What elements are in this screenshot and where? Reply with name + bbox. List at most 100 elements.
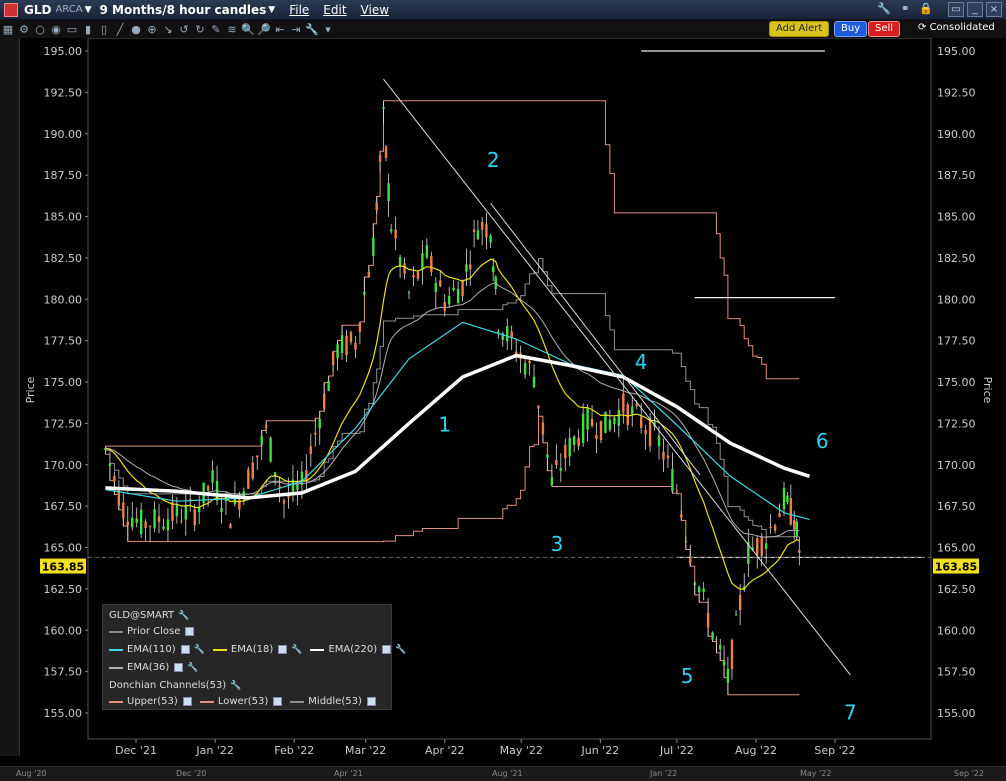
legend-wrench-icon[interactable]: 🔧 — [178, 611, 189, 621]
indicator-icon[interactable]: ● — [128, 23, 144, 36]
ema220-checkbox[interactable] — [382, 645, 392, 654]
text-icon[interactable]: ✎ — [208, 23, 224, 36]
menu-edit[interactable]: Edit — [323, 3, 346, 17]
candle-body — [430, 255, 433, 273]
candle-body — [706, 613, 710, 628]
scroll-left-icon[interactable]: ⇤ — [272, 23, 288, 36]
candle-type-icon[interactable]: ▯ — [96, 23, 112, 36]
close-icon[interactable]: × — [986, 2, 1002, 17]
candle-body — [782, 487, 786, 510]
ema110-checkbox[interactable] — [180, 645, 190, 654]
candle-body — [148, 526, 152, 528]
history-navigator[interactable]: Aug '20 Dec '20 Apr '21 Aug '21 Jan '22 … — [0, 766, 1006, 781]
consolidated-label: Consolidated — [929, 22, 995, 33]
y-tick-label: 192.50 — [937, 86, 976, 99]
symbol-dropdown-icon[interactable]: ▼ — [85, 5, 92, 15]
ema36-label: EMA(36) — [127, 662, 170, 673]
y-tick-label: 182.50 — [937, 252, 976, 265]
middle-checkbox[interactable] — [366, 697, 376, 706]
candle-body — [407, 292, 411, 294]
redo-icon[interactable]: ↻ — [192, 23, 208, 36]
minimize-icon[interactable]: _ — [967, 2, 983, 17]
candle-body — [412, 275, 415, 278]
sell-button[interactable]: Sell — [868, 21, 901, 37]
y-tick-label: 155.00 — [44, 707, 83, 720]
window-titlebar: GLD ARCA ▼ 9 Months/8 hour candles ▼ Fil… — [0, 0, 1006, 20]
y-tick-label: 175.00 — [44, 376, 83, 389]
restore-icon[interactable]: ▭ — [948, 2, 964, 17]
zoom-out-icon[interactable]: 🔎 — [256, 23, 272, 36]
candle-body — [666, 455, 670, 459]
chart-toolbar: ▦ ⚙ ○ ◉ ▭ ▮ ▯ ╱ ● ⊕ ↘ ↺ ↻ ✎ ≋ 🔍 🔎 ⇤ ⇥ 🔧 … — [0, 20, 1006, 38]
ema18-checkbox[interactable] — [278, 645, 288, 654]
y-tick-label: 177.50 — [44, 335, 83, 348]
candle-body — [439, 280, 442, 287]
symbol-label[interactable]: GLD — [24, 3, 51, 17]
settings-icon[interactable]: ⚙ — [16, 23, 32, 36]
candle-body — [153, 509, 156, 529]
toolbar-dropdown-icon[interactable]: ▾ — [320, 23, 336, 36]
wave-label-3: 3 — [551, 532, 564, 556]
exchange-label: ARCA — [55, 4, 83, 15]
donchian-wrench-icon[interactable]: 🔧 — [230, 681, 241, 691]
candle-body — [184, 504, 188, 520]
y-tick-label: 172.50 — [937, 417, 976, 430]
x-tick-label: Mar '22 — [345, 744, 386, 757]
candle-body — [113, 476, 116, 482]
wave-label-5: 5 — [681, 664, 694, 688]
candle-body — [327, 381, 330, 391]
buy-button[interactable]: Buy — [834, 21, 868, 37]
donchian-label: Donchian Channels(53) — [109, 680, 227, 691]
zoom-in-icon[interactable]: 🔍 — [240, 23, 256, 36]
ema110-wrench-icon[interactable]: 🔧 — [194, 645, 205, 655]
menu-view[interactable]: View — [361, 3, 389, 17]
candle-body — [447, 296, 451, 305]
menu-file[interactable]: File — [289, 3, 309, 17]
candle-body — [537, 405, 540, 409]
upper-checkbox[interactable] — [182, 697, 192, 706]
fib-icon[interactable]: ≋ — [224, 23, 240, 36]
candle-body — [421, 253, 424, 270]
candle-body — [485, 224, 488, 238]
y-tick-label: 165.00 — [44, 542, 83, 555]
candle-body — [171, 502, 174, 521]
link-tools-icons[interactable]: 🔧 ⚭ 🔒 — [877, 2, 936, 15]
candle-body — [581, 413, 585, 443]
legend-donchian-lines-row: Upper(53) Lower(53) Middle(53) — [109, 696, 384, 707]
scroll-right-icon[interactable]: ⇥ — [288, 23, 304, 36]
candle-body — [523, 363, 527, 375]
legend-title: GLD@SMART — [109, 610, 175, 621]
mode-icon[interactable]: ◉ — [48, 23, 64, 36]
wrench-icon[interactable]: 🔧 — [304, 23, 320, 36]
save-icon[interactable]: ▦ — [0, 23, 16, 36]
bar-type-icon[interactable]: ▮ — [80, 23, 96, 36]
candle-body — [773, 525, 777, 531]
period-selector[interactable]: 9 Months/8 hour candles — [100, 3, 267, 17]
candle-body — [769, 526, 772, 529]
draw-line-icon[interactable]: ↘ — [160, 23, 176, 36]
nav-label: Aug '21 — [492, 769, 523, 778]
add-alert-button[interactable]: Add Alert — [769, 21, 830, 37]
ema220-wrench-icon[interactable]: 🔧 — [395, 645, 406, 655]
candle-body — [644, 430, 647, 435]
ema18-wrench-icon[interactable]: 🔧 — [291, 645, 302, 655]
undo-icon[interactable]: ↺ — [176, 23, 192, 36]
zoom-icon[interactable]: ○ — [32, 23, 48, 36]
period-dropdown-icon[interactable]: ▼ — [268, 5, 275, 15]
ema36-checkbox[interactable] — [174, 663, 184, 672]
candle-body — [480, 221, 484, 230]
wave-label-2: 2 — [487, 148, 500, 172]
prior-close-checkbox[interactable] — [185, 627, 195, 636]
candle-body — [340, 335, 344, 354]
ema36-wrench-icon[interactable]: 🔧 — [187, 663, 198, 673]
layout-icon[interactable]: ▭ — [64, 23, 80, 36]
candle-body — [734, 614, 738, 616]
lower-checkbox[interactable] — [273, 697, 283, 706]
crosshair-icon[interactable]: ⊕ — [144, 23, 160, 36]
line-type-icon[interactable]: ╱ — [112, 23, 128, 36]
wave-label-4: 4 — [635, 350, 648, 374]
candle-body — [387, 183, 390, 201]
consolidated-toggle[interactable]: ⟳ Consolidated — [912, 21, 1001, 37]
candle-body — [367, 271, 371, 278]
candle-body — [309, 446, 313, 454]
